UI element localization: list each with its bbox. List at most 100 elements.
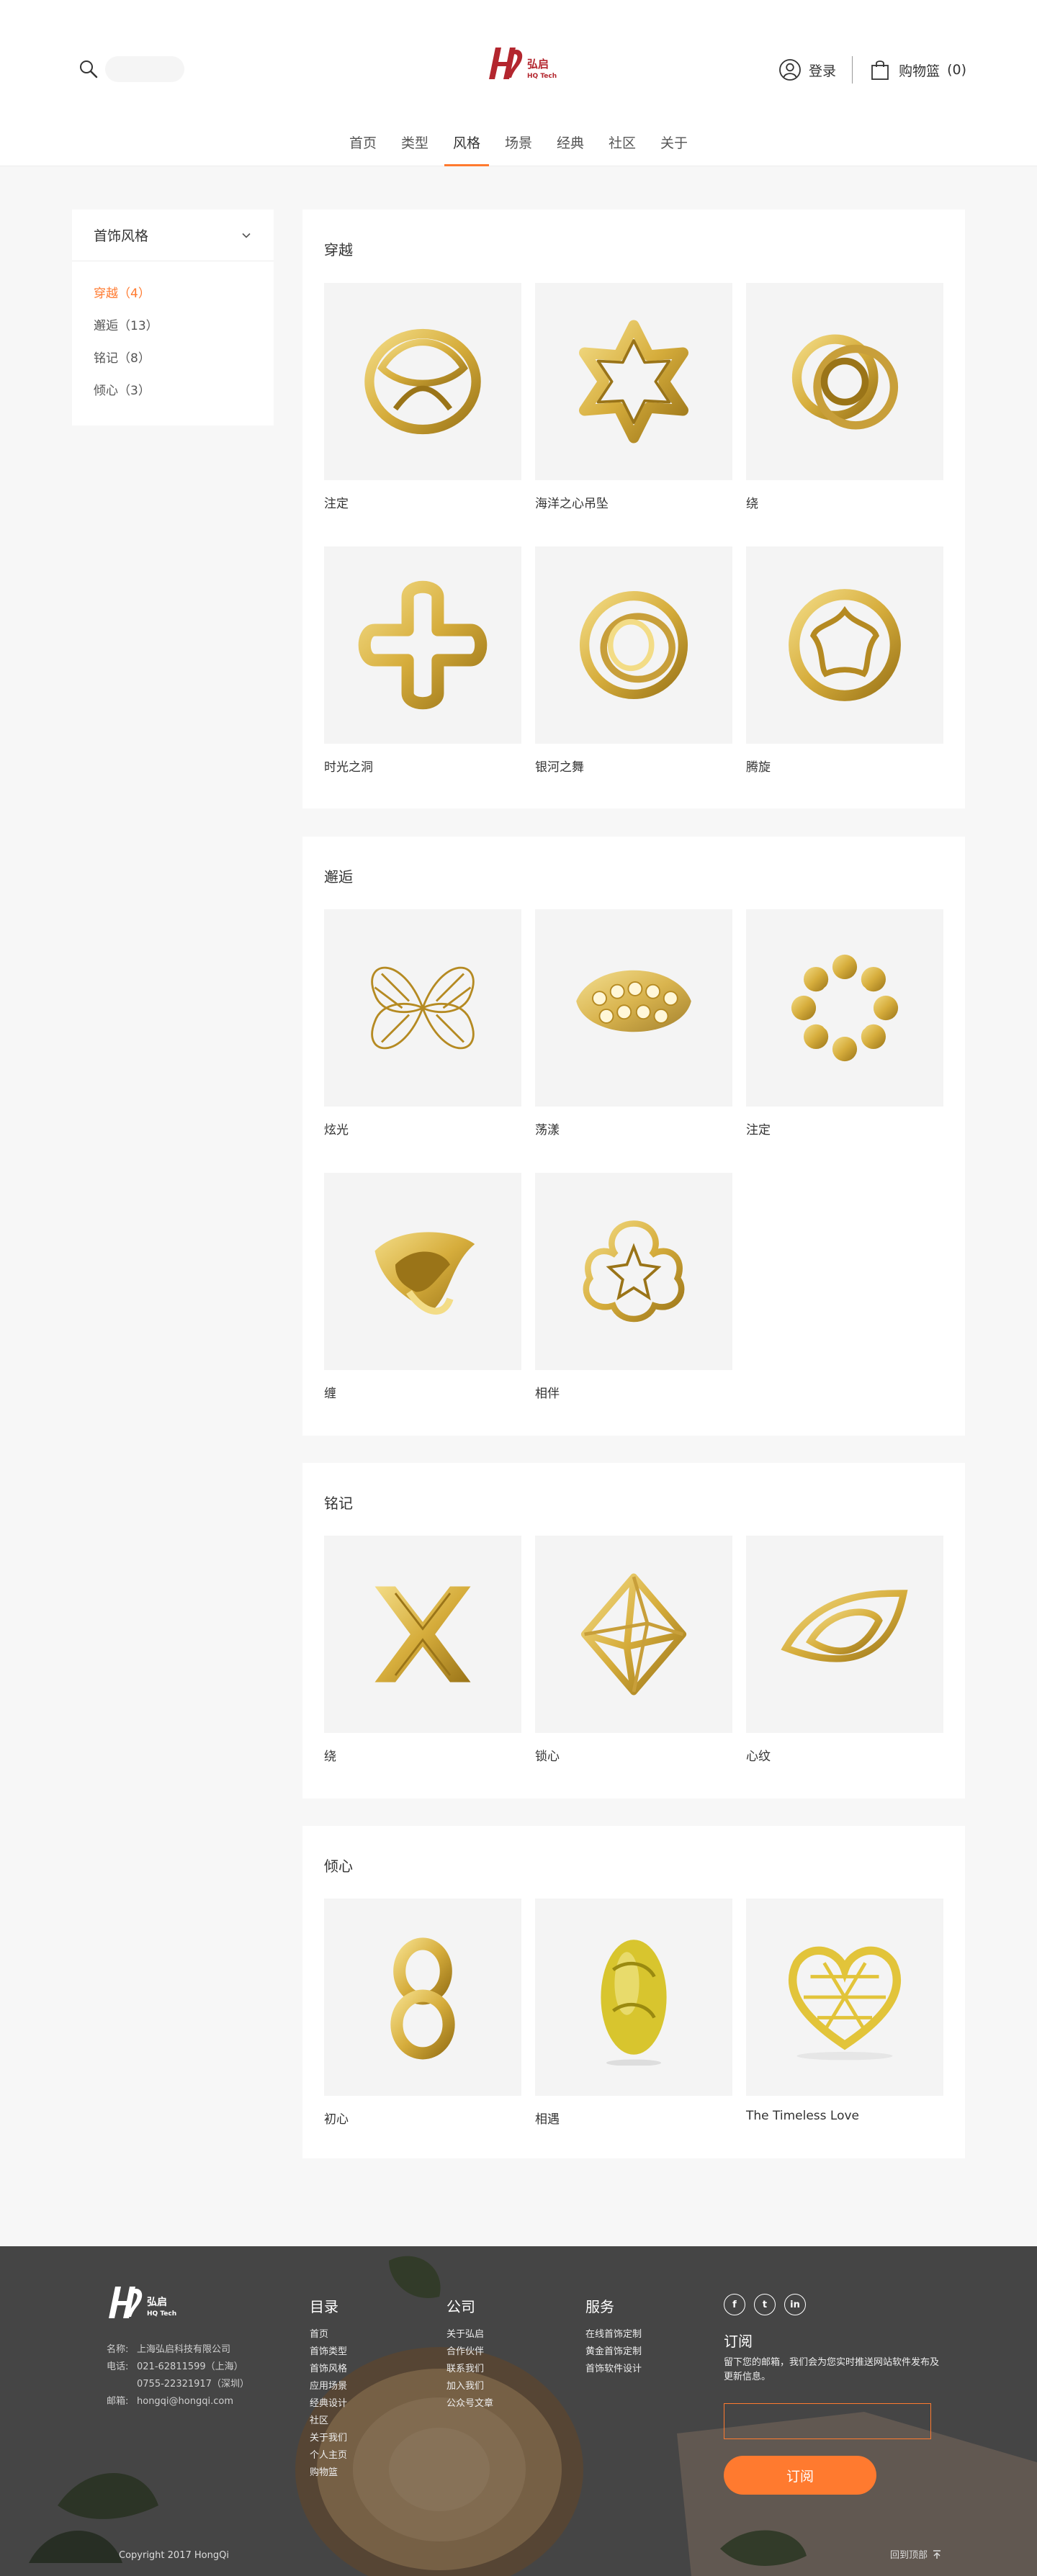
- star-pendant-icon: [579, 320, 688, 443]
- lattice-heart-icon: [789, 1946, 901, 2061]
- nav-classics[interactable]: 经典: [557, 130, 584, 166]
- product-name: 银河之舞: [535, 760, 584, 775]
- footer-link[interactable]: 购物篮: [310, 2464, 347, 2482]
- sidebar-item-qingxin[interactable]: 倾心（3）: [72, 373, 274, 405]
- product-card[interactable]: 海洋之心吊坠: [535, 283, 732, 511]
- product-image: [535, 1899, 732, 2096]
- subscribe-title: 订阅: [724, 2333, 753, 2350]
- product-card[interactable]: 腾旋: [746, 546, 943, 775]
- footer-logo[interactable]: 弘启 HQ Tech: [107, 2282, 179, 2323]
- product-card[interactable]: 注定: [324, 283, 521, 511]
- chevron-down-icon: [242, 233, 251, 238]
- product-name: 荡漾: [535, 1123, 560, 1138]
- section-title: 穿越: [324, 241, 353, 258]
- footer-link[interactable]: 合作伙伴: [446, 2343, 493, 2361]
- product-image: [324, 1536, 521, 1733]
- clover-ring-icon: [358, 580, 488, 710]
- footer-link[interactable]: 关于弘启: [446, 2326, 493, 2343]
- arrow-up-icon: [933, 2549, 941, 2559]
- subscribe-description: 留下您的邮箱，我们会为您实时推送网站软件发布及更新信息。: [724, 2357, 940, 2382]
- footer-link[interactable]: 个人主页: [310, 2447, 347, 2464]
- login-button[interactable]: 登录: [778, 58, 836, 81]
- nav-types[interactable]: 类型: [401, 130, 428, 166]
- product-card[interactable]: 银河之舞: [535, 546, 732, 775]
- honeycomb-bangle-icon: [576, 970, 691, 1032]
- product-name: 注定: [746, 1123, 771, 1138]
- section-xiehou: 邂逅 炫光 荡漾 注定 缠 相伴: [302, 837, 965, 1436]
- nav-about[interactable]: 关于: [660, 130, 688, 166]
- footer-col-title: 公司: [446, 2298, 475, 2315]
- footer-link[interactable]: 联系我们: [446, 2361, 493, 2378]
- logo-cn-text: 弘启: [527, 58, 549, 71]
- product-card[interactable]: The Timeless Love: [746, 1899, 943, 2123]
- main-nav: 首页 类型 风格 场景 经典 社区 关于: [0, 130, 1037, 166]
- twitter-icon[interactable]: t: [754, 2294, 776, 2315]
- footer-link[interactable]: 社区: [310, 2413, 347, 2430]
- section-mingji: 铭记 绕 锁心 心纹: [302, 1463, 965, 1798]
- nav-scenes[interactable]: 场景: [505, 130, 532, 166]
- product-name: 初心: [324, 2112, 349, 2127]
- product-image: [324, 283, 521, 480]
- product-name: 海洋之心吊坠: [535, 497, 609, 511]
- product-card[interactable]: 绕: [746, 283, 943, 511]
- company-value[interactable]: hongqi@hongqi.com: [137, 2393, 233, 2410]
- linkedin-icon[interactable]: in: [784, 2294, 806, 2315]
- footer-col-title: 服务: [585, 2298, 614, 2315]
- social-links: f t in: [724, 2294, 814, 2315]
- footer-col-company: 公司 关于弘启 合作伙伴 联系我们 加入我们 公众号文章: [446, 2295, 493, 2413]
- footer-link[interactable]: 首饰类型: [310, 2343, 347, 2361]
- footer-link[interactable]: 首页: [310, 2326, 347, 2343]
- company-value: 0755-22321917（深圳）: [137, 2379, 249, 2390]
- product-image: [324, 546, 521, 744]
- footer-link[interactable]: 在线首饰定制: [585, 2326, 642, 2343]
- product-card[interactable]: 相遇: [535, 1899, 732, 2127]
- nav-community[interactable]: 社区: [609, 130, 636, 166]
- product-card[interactable]: 绕: [324, 1536, 521, 1764]
- footer-link[interactable]: 公众号文章: [446, 2395, 493, 2413]
- footer-link[interactable]: 加入我们: [446, 2378, 493, 2395]
- footer-link[interactable]: 应用场景: [310, 2378, 347, 2395]
- search-icon[interactable]: [78, 58, 99, 80]
- section-title: 铭记: [324, 1495, 353, 1512]
- footer-col-services: 服务 在线首饰定制 黄金首饰定制 首饰软件设计: [585, 2295, 642, 2378]
- footer-link[interactable]: 首饰风格: [310, 2361, 347, 2378]
- product-card[interactable]: 缠: [324, 1173, 521, 1401]
- product-card[interactable]: 注定: [746, 909, 943, 1138]
- cart-button[interactable]: 购物篮 (0): [868, 58, 966, 81]
- footer-link[interactable]: 经典设计: [310, 2395, 347, 2413]
- product-image: [746, 909, 943, 1107]
- eye-ring-icon: [781, 1590, 908, 1662]
- copyright: Copyright 2017 HongQi: [119, 2550, 229, 2561]
- subscribe-button[interactable]: 订阅: [724, 2456, 876, 2495]
- product-card[interactable]: 时光之洞: [324, 546, 521, 775]
- nav-home[interactable]: 首页: [349, 130, 377, 166]
- footer-link[interactable]: 首饰软件设计: [585, 2361, 642, 2378]
- product-image: [535, 909, 732, 1107]
- company-label: 邮箱:: [107, 2396, 129, 2407]
- search-input[interactable]: [105, 56, 184, 82]
- footer-link[interactable]: 关于我们: [310, 2430, 347, 2447]
- footer-link[interactable]: 黄金首饰定制: [585, 2343, 642, 2361]
- product-card[interactable]: 荡漾: [535, 909, 732, 1138]
- product-card[interactable]: 锁心: [535, 1536, 732, 1764]
- logo[interactable]: 弘启 HQ Tech: [487, 43, 559, 85]
- subscribe-email-input[interactable]: [724, 2403, 931, 2439]
- sidebar-item-xiehou[interactable]: 邂逅（13）: [72, 308, 274, 341]
- sidebar-header[interactable]: 首饰风格: [72, 210, 274, 261]
- product-card[interactable]: 相伴: [535, 1173, 732, 1401]
- product-name: 相遇: [535, 2112, 560, 2127]
- facebook-icon[interactable]: f: [724, 2294, 745, 2315]
- sidebar-item-chuanyue[interactable]: 穿越（4）: [72, 276, 274, 308]
- nav-styles[interactable]: 风格: [444, 130, 490, 166]
- footer-col-catalog: 目录 首页 首饰类型 首饰风格 应用场景 经典设计 社区 关于我们 个人主页 购…: [310, 2295, 347, 2482]
- back-to-top-link[interactable]: 回到顶部: [890, 2547, 942, 2561]
- company-label: 名称:: [107, 2344, 129, 2355]
- product-card[interactable]: 心纹: [746, 1536, 943, 1764]
- product-card[interactable]: 初心: [324, 1899, 521, 2127]
- flower-cutout-ring-icon: [789, 589, 901, 701]
- sidebar-title: 首饰风格: [94, 228, 149, 244]
- section-qingxin: 倾心 初心 相遇 The Timeless Love: [302, 1826, 965, 2158]
- product-card[interactable]: 炫光: [324, 909, 521, 1138]
- header-divider: [852, 56, 853, 84]
- sidebar-item-mingji[interactable]: 铭记（8）: [72, 341, 274, 373]
